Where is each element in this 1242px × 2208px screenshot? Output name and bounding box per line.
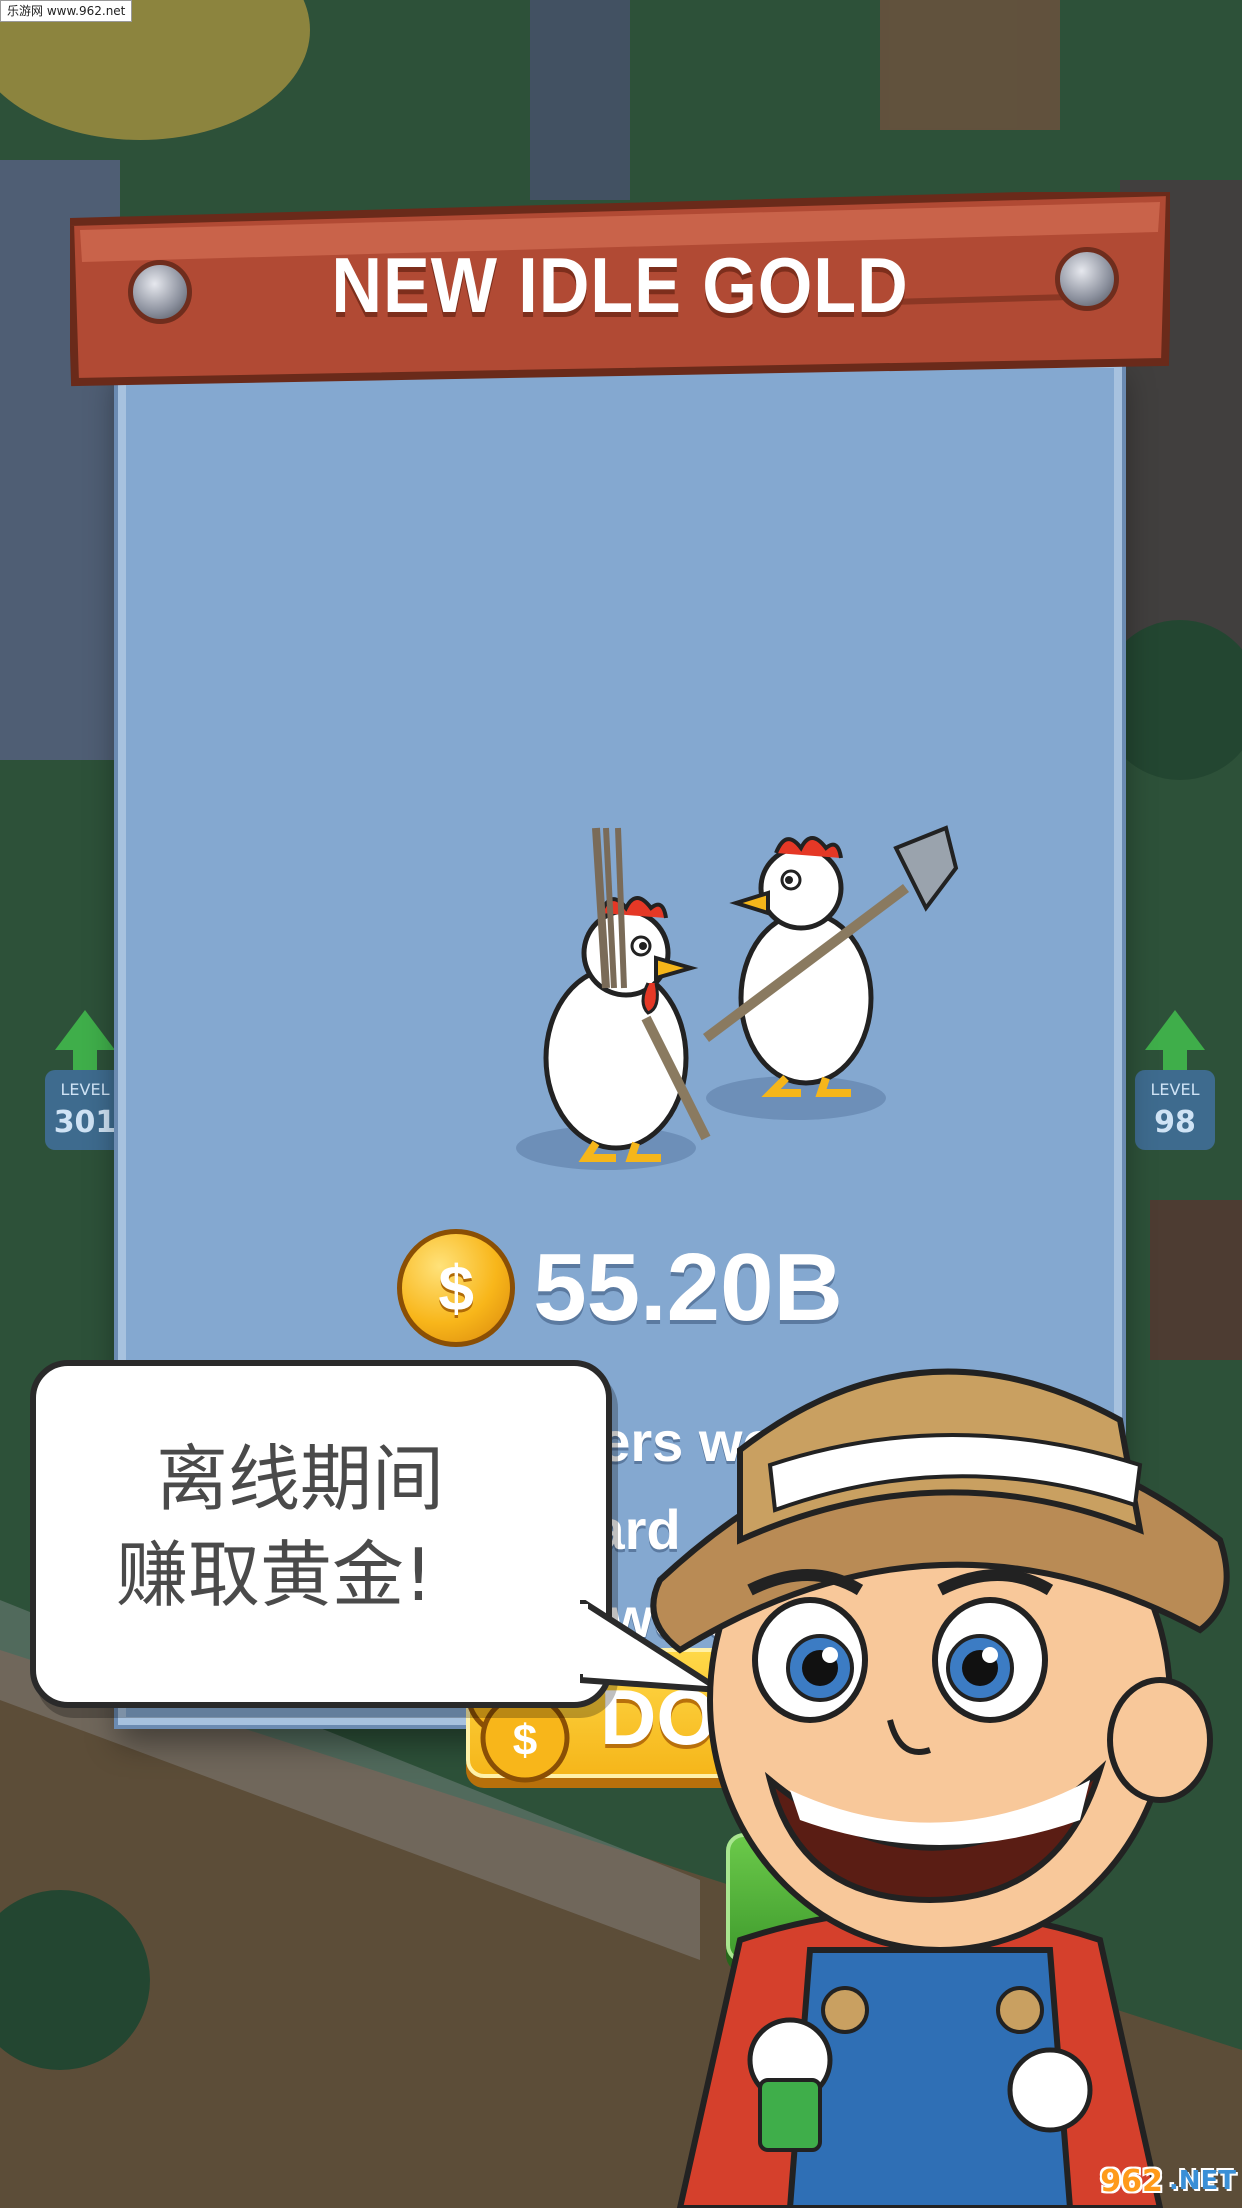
chicken-helpers-illustration [516,825,959,1170]
farmer-mascot [650,1368,1230,2208]
watermark-num: 962 [1100,2163,1163,2199]
level-sign-left: LEVEL 301 [45,1010,125,1150]
watermark-net: .NET [1168,2166,1236,2196]
level-right-label: LEVEL [1151,1080,1200,1099]
watermark-top: 乐游网 www.962.net [0,0,133,22]
coin-symbol: $ [438,1252,475,1324]
popup-title: NEW IDLE GOLD [331,241,909,329]
bubble-line-1: 离线期间 [156,1437,445,1521]
svg-text:$: $ [513,1716,537,1765]
bubble-line-2: 赚取黄金! [116,1533,433,1617]
level-right-value: 98 [1154,1105,1196,1140]
level-left-label: LEVEL [61,1080,110,1099]
level-sign-right: LEVEL 98 [1135,1010,1215,1150]
gold-coin-icon: $ [397,1229,516,1347]
speech-bubble-text: 离线期间 赚取黄金! [116,1431,576,1623]
level-left-value: 301 [54,1105,117,1140]
speech-bubble: 离线期间 赚取黄金! [30,1360,612,1708]
watermark-bottom: 962 .NET [1100,2158,1236,2204]
title-banner: NEW IDLE GOLD [70,192,1170,392]
